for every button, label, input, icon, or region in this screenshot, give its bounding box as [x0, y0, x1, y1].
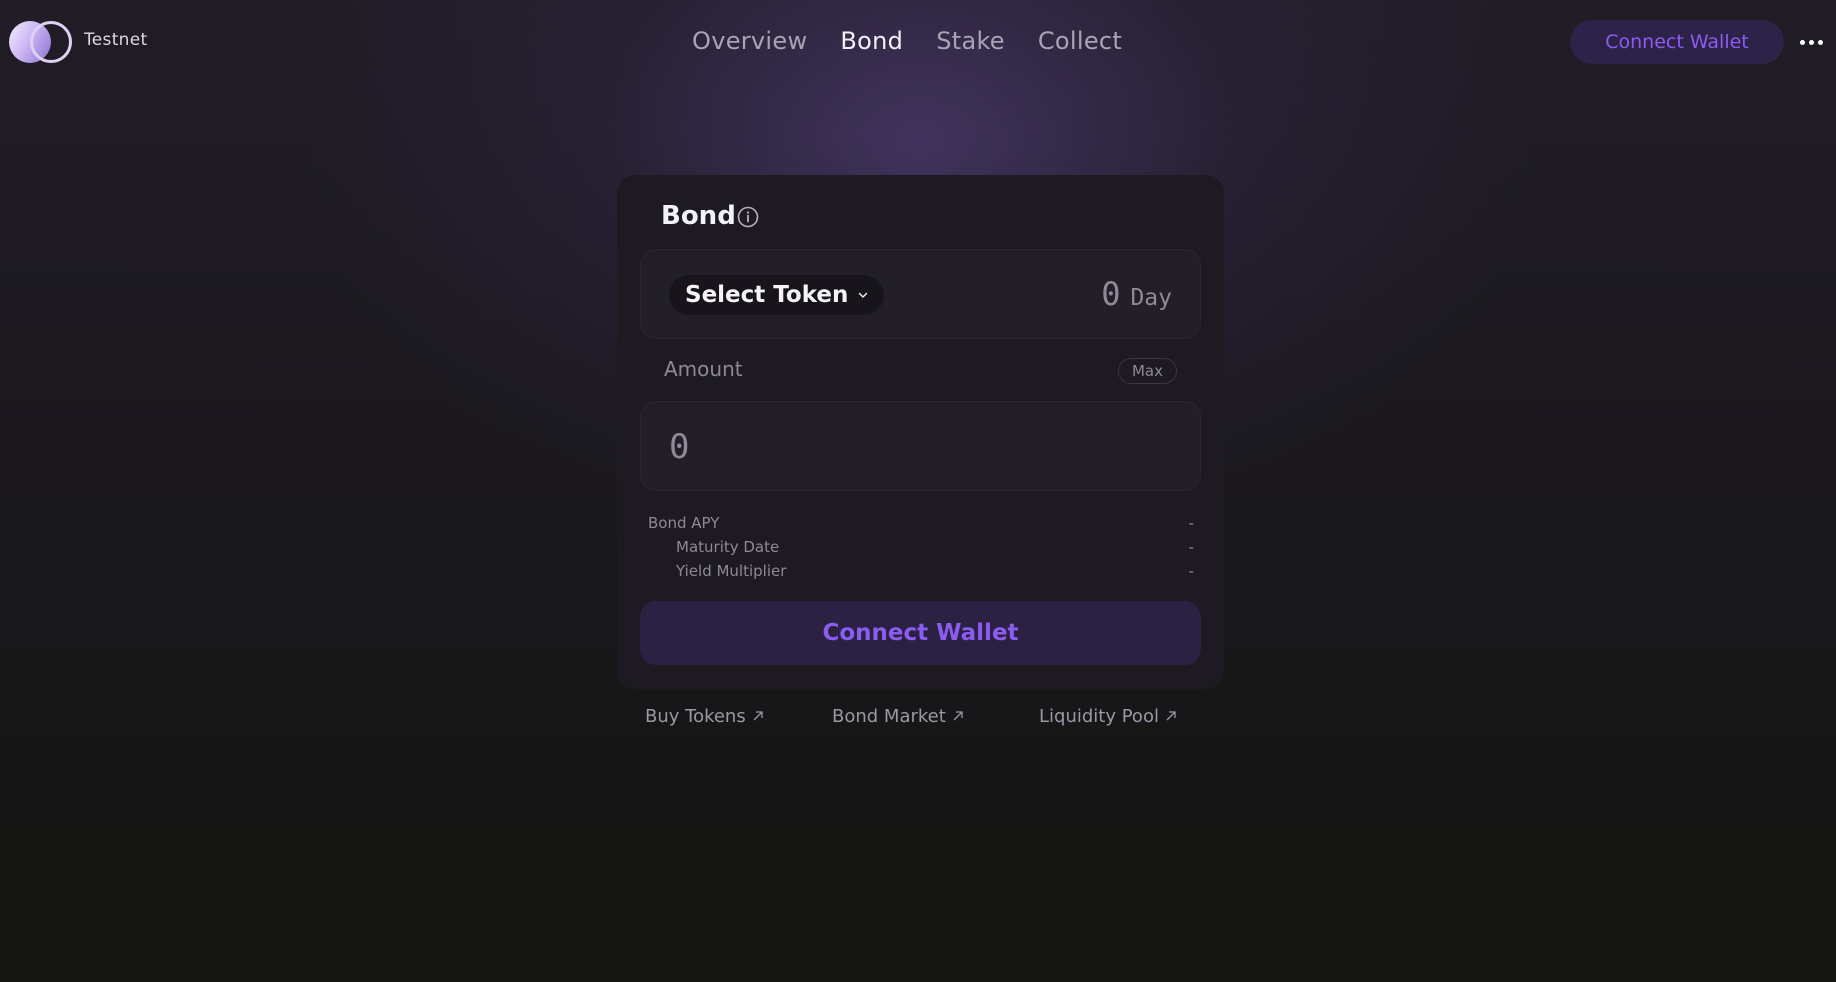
- stat-row-maturity-date: Maturity Date -: [648, 535, 1194, 559]
- max-button[interactable]: Max: [1118, 358, 1177, 384]
- link-label: Liquidity Pool: [1039, 706, 1159, 727]
- external-link-icon: [753, 711, 763, 721]
- link-label: Bond Market: [832, 706, 946, 727]
- card-title: Bond: [661, 201, 736, 231]
- bond-card: Bond Select Token 0 Day Amount Max Bond …: [617, 175, 1224, 689]
- logo[interactable]: [9, 20, 73, 64]
- duration-value: 0: [1101, 275, 1121, 313]
- amount-input[interactable]: [669, 424, 1169, 470]
- bond-stats: Bond APY - Maturity Date - Yield Multipl…: [648, 511, 1194, 583]
- amount-label: Amount: [664, 357, 743, 381]
- stat-value: -: [1188, 562, 1194, 580]
- stat-row-bond-apy: Bond APY -: [648, 511, 1194, 535]
- nav-bond[interactable]: Bond: [840, 27, 903, 55]
- logo-circle-outline: [30, 21, 72, 63]
- main-nav: Overview Bond Stake Collect: [692, 27, 1155, 55]
- info-icon[interactable]: [736, 205, 760, 229]
- nav-stake[interactable]: Stake: [936, 27, 1005, 55]
- external-link-icon: [1166, 711, 1176, 721]
- select-token-button[interactable]: Select Token: [669, 275, 885, 315]
- bond-duration: 0 Day: [1101, 275, 1172, 313]
- link-buy-tokens[interactable]: Buy Tokens: [645, 706, 764, 727]
- token-selector-panel: Select Token 0 Day: [640, 249, 1201, 339]
- nav-collect[interactable]: Collect: [1038, 27, 1122, 55]
- link-bond-market[interactable]: Bond Market: [832, 706, 964, 727]
- select-token-label: Select Token: [685, 282, 849, 308]
- stat-label: Maturity Date: [676, 538, 780, 556]
- link-liquidity-pool[interactable]: Liquidity Pool: [1039, 706, 1177, 727]
- stat-label: Yield Multiplier: [676, 562, 787, 580]
- amount-panel: [640, 401, 1201, 491]
- duration-unit: Day: [1130, 285, 1172, 311]
- stat-value: -: [1188, 538, 1194, 556]
- chevron-down-icon: [859, 292, 868, 298]
- stat-row-yield-multiplier: Yield Multiplier -: [648, 559, 1194, 583]
- external-link-icon: [953, 711, 963, 721]
- stat-value: -: [1188, 514, 1194, 532]
- header-connect-wallet-button[interactable]: Connect Wallet: [1570, 20, 1784, 64]
- link-label: Buy Tokens: [645, 706, 746, 727]
- ellipsis-icon[interactable]: [1800, 32, 1824, 52]
- network-label: Testnet: [84, 30, 148, 50]
- nav-overview[interactable]: Overview: [692, 27, 807, 55]
- stat-label: Bond APY: [648, 514, 720, 532]
- connect-wallet-button[interactable]: Connect Wallet: [640, 601, 1201, 665]
